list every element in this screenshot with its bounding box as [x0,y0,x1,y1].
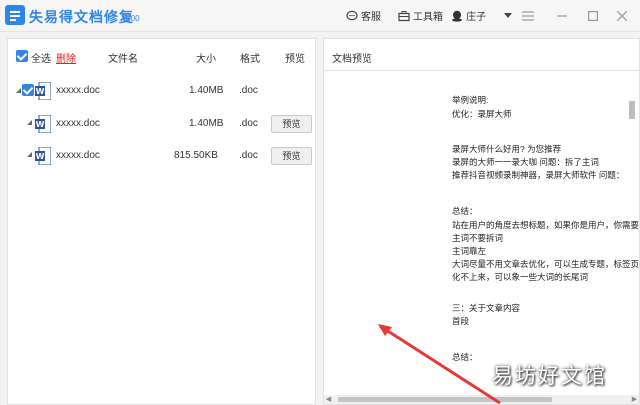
app-version: 1.00 [124,14,140,23]
watermark: 易坊好文馆 [492,364,607,388]
doc-line: 总结： [452,206,478,216]
doc-line: 三：关于文章内容 [452,303,521,313]
file-name: xxxxx.doc [56,150,100,161]
horizontal-scrollbar[interactable]: ◀ ▶ [324,395,639,404]
document-content[interactable]: 举例说明: 优化：录屏大师 录屏大师什么好用? 为您推荐 录屏的大师一一录大咖 … [324,71,639,397]
file-size: 1.40MB [189,85,224,96]
word-doc-icon: W [35,115,51,133]
file-size: 815.50KB [174,150,218,161]
user-avatar-icon [452,10,462,22]
app-title: 失易得文档修复 [29,9,134,25]
file-name: xxxxx.doc [56,85,100,96]
vertical-scrollbar-thumb[interactable] [629,101,635,119]
support-button[interactable]: 客服 [346,8,381,23]
svg-text:W: W [36,87,45,96]
title-bar: 失易得文档修复 1.00 客服 工具箱 庄子 [0,0,640,32]
expand-arrow-icon[interactable] [27,120,32,125]
word-doc-icon: W [35,82,51,100]
row-checkbox[interactable] [22,84,34,96]
file-size: 1.40MB [189,118,224,129]
select-all-label[interactable]: 全选 [31,50,51,65]
doc-line: 优化：录屏大师 [452,109,512,119]
doc-line: 主词不要拆词 [452,233,504,243]
file-format: .doc [239,118,258,129]
expand-arrow-icon[interactable] [27,152,32,157]
preview-button[interactable]: 预览 [271,115,312,133]
doc-line: 总结： [452,352,478,362]
doc-line: 录屏大师什么好用? 为您推荐 [452,144,562,154]
scroll-right-icon[interactable]: ▶ [630,395,639,404]
select-all-checkbox[interactable] [16,50,28,62]
doc-line: 化不上来，可以象一些大词的长尾词 [452,272,589,282]
doc-line: 首段 [452,316,470,326]
chevron-down-icon [504,12,512,18]
doc-line: 举例说明: [452,95,489,105]
file-name: xxxxx.doc [56,118,100,129]
column-header-size[interactable]: 大小 [196,50,216,65]
svg-text:W: W [36,120,45,129]
preview-title: 文档预览 [332,54,372,65]
app-logo-icon [5,5,25,25]
document-preview-panel: 文档预览 举例说明: 优化：录屏大师 录屏大师什么好用? 为您推荐 录屏的大师一… [323,38,640,405]
expand-arrow-icon[interactable] [16,88,21,93]
file-format: .doc [239,150,258,161]
doc-line: 站在用户的角度去想标题，如果你是用户，你需要 [452,220,639,230]
scroll-left-icon[interactable]: ◀ [324,395,333,404]
doc-line: 录屏的大师一一录大咖 问题：拆了主词 [452,157,599,167]
column-header-preview[interactable]: 预览 [285,50,305,65]
maximize-button[interactable] [585,8,601,24]
svg-text:W: W [36,152,45,161]
toolbox-button[interactable]: 工具箱 [398,8,443,23]
doc-line: 大词尽量不用文章去优化，可以生成专题，标签页 [452,259,639,269]
hamburger-icon [522,11,534,21]
horizontal-scrollbar-thumb[interactable] [338,397,552,402]
user-label: 庄子 [466,12,486,23]
delete-link[interactable]: 删除 [56,50,76,65]
minimize-button[interactable] [554,8,570,24]
doc-line: 推荐抖音视频录制神器，录屏大师软件 问题： [452,170,625,180]
chat-icon [346,10,358,20]
close-icon [616,10,628,22]
toolbox-label: 工具箱 [413,12,443,23]
support-label: 客服 [361,12,381,23]
doc-line: 主词靠左 [452,246,487,256]
column-header-format[interactable]: 格式 [240,50,260,65]
menu-button[interactable] [520,8,536,24]
minimize-icon [557,15,567,17]
maximize-icon [588,11,599,22]
file-list-panel: 全选 删除 文件名 大小 格式 预览 W xxxxx.doc 1.40MB .d… [7,38,316,405]
column-header-name[interactable]: 文件名 [108,50,138,65]
file-format: .doc [239,85,258,96]
toolbox-icon [398,10,410,21]
user-menu[interactable]: 庄子 [451,8,512,23]
preview-button[interactable]: 预览 [271,147,312,165]
word-doc-icon: W [35,147,51,165]
close-button[interactable] [614,8,630,24]
